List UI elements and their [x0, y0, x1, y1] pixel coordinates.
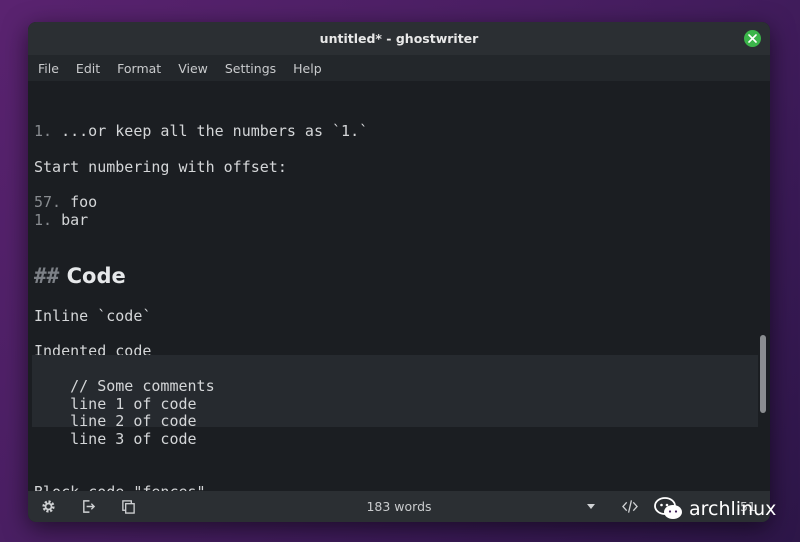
list-line-bar: 1. bar	[34, 211, 88, 229]
menu-file[interactable]: File	[38, 61, 59, 76]
list-text: foo	[61, 193, 98, 211]
menu-format[interactable]: Format	[117, 61, 161, 76]
menu-help[interactable]: Help	[293, 61, 322, 76]
watermark-text: archlinux	[689, 498, 777, 520]
list-line-keep-numbers: 1. ...or keep all the numbers as `1.`	[34, 122, 368, 140]
menu-bar: File Edit Format View Settings Help	[28, 55, 770, 81]
chat-bubbles-icon	[654, 497, 682, 519]
markdown-editor[interactable]: 1. ...or keep all the numbers as `1.` St…	[28, 81, 770, 491]
code-view-icon[interactable]	[622, 498, 638, 514]
list-text: bar	[52, 211, 89, 229]
word-count[interactable]: 183 words	[348, 499, 450, 514]
window-title: untitled* - ghostwriter	[319, 31, 479, 46]
heading-code: ## Code	[34, 263, 126, 289]
watermark: archlinux	[654, 496, 776, 522]
list-number: 1.	[34, 211, 53, 229]
code-line: // Some comments	[34, 377, 215, 395]
close-button[interactable]	[744, 30, 761, 47]
list-number: 1.	[34, 122, 53, 140]
code-line: line 1 of code	[34, 395, 197, 413]
title-bar: untitled* - ghostwriter	[28, 22, 770, 55]
copy-icon[interactable]	[120, 498, 136, 514]
menu-edit[interactable]: Edit	[76, 61, 100, 76]
menu-settings[interactable]: Settings	[225, 61, 276, 76]
scrollbar-thumb[interactable]	[760, 335, 766, 413]
menu-view[interactable]: View	[178, 61, 208, 76]
list-text: ...or keep all the numbers as `1.`	[52, 122, 369, 140]
code-line: line 2 of code	[34, 412, 197, 430]
inline-code-line: Inline `code`	[34, 307, 152, 325]
offset-label: Start numbering with offset:	[34, 158, 287, 176]
heading-marker: ##	[34, 264, 60, 288]
close-icon	[748, 34, 757, 43]
fences-label: Block code "fences"	[34, 483, 206, 491]
app-window: untitled* - ghostwriter File Edit Format…	[28, 22, 770, 522]
list-line-foo: 57. foo	[34, 193, 97, 211]
heading-text: Code	[59, 264, 126, 288]
dropdown-arrow-icon[interactable]	[583, 498, 599, 514]
scrollbar[interactable]	[758, 81, 768, 491]
list-number: 57.	[34, 193, 62, 211]
code-line: line 3 of code	[34, 430, 197, 448]
settings-gear-icon[interactable]	[40, 498, 56, 514]
export-icon[interactable]	[80, 498, 96, 514]
